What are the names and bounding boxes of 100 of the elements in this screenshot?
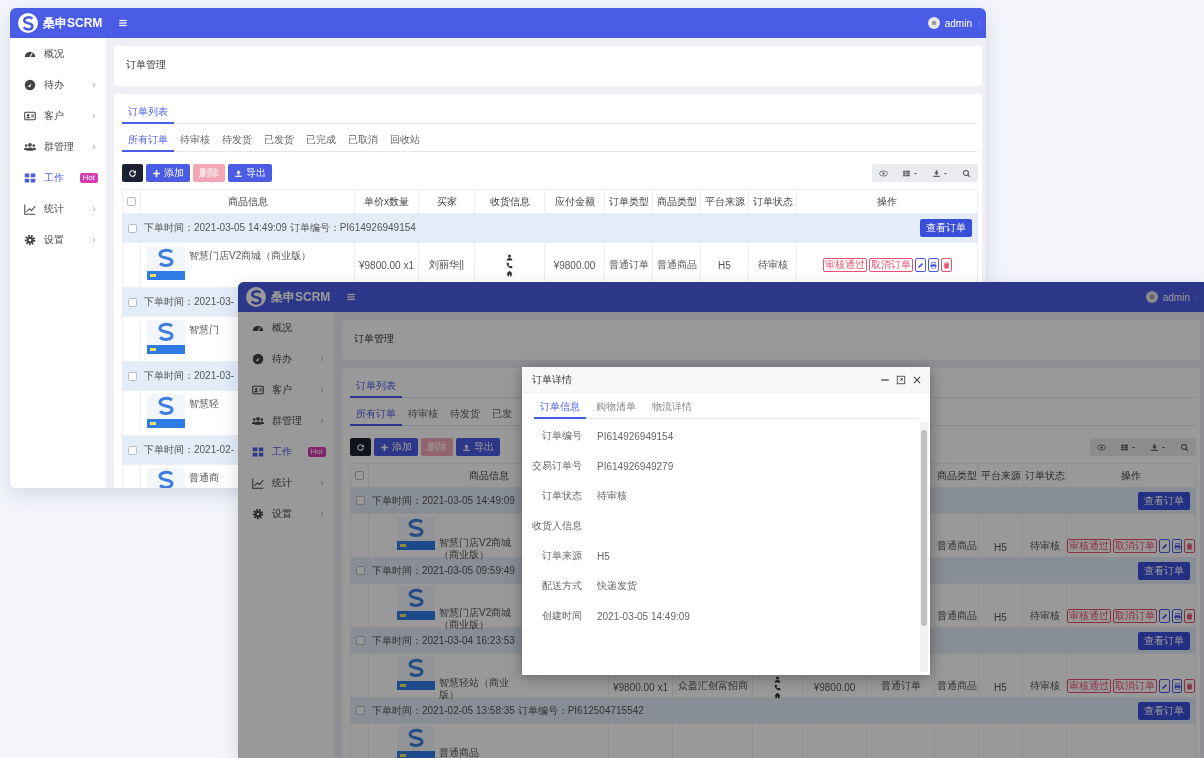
edit-button[interactable] [1159, 679, 1170, 693]
tab[interactable]: 待审核 [402, 404, 444, 426]
delete-row-button[interactable] [1184, 679, 1195, 693]
tab[interactable]: 所有订单 [122, 130, 174, 152]
tab[interactable]: 物流详情 [646, 397, 698, 419]
approve-button[interactable]: 审核通过 [1067, 679, 1111, 693]
tab[interactable]: 待审核 [174, 130, 216, 152]
delete-row-button[interactable] [1184, 539, 1195, 553]
edit-button[interactable] [1159, 609, 1170, 623]
sidebar-item[interactable]: 设置 [10, 224, 106, 255]
sidebar-item[interactable]: 群管理 [10, 131, 106, 162]
field-value: 待审核 [597, 489, 627, 503]
menu-icon[interactable] [346, 292, 356, 302]
refresh-button[interactable] [350, 438, 371, 456]
sidebar-item[interactable]: 设置 [238, 498, 334, 529]
column-header: 平台来源 [704, 194, 745, 209]
sidebar-item[interactable]: 待办 [10, 69, 106, 100]
sidebar-item[interactable]: 群管理 [238, 405, 334, 436]
sidebar-item[interactable]: 工作 Hot [238, 436, 334, 467]
order-type: 普通订单 [608, 258, 649, 272]
view-order-button[interactable]: 查看订单 [1138, 701, 1190, 720]
field-label: 配送方式 [541, 579, 582, 593]
order-meta-text: 下单时间：2021-03-05 09:59:49 [372, 563, 515, 578]
field-label: 收货人信息 [531, 519, 582, 533]
tab[interactable]: 待发货 [216, 130, 258, 152]
cancel-order-button[interactable]: 取消订单 [1113, 609, 1157, 623]
view-order-button[interactable]: 查看订单 [1138, 491, 1190, 510]
printer-icon [1173, 542, 1181, 550]
column-header: 操作 [877, 194, 897, 209]
refresh-button[interactable] [122, 164, 143, 182]
product-type: 普通商品 [936, 679, 977, 693]
cancel-order-button[interactable]: 取消订单 [868, 258, 913, 272]
sidebar-item[interactable]: 客户 [238, 374, 334, 405]
tab[interactable]: 订单列表 [122, 102, 174, 124]
tab[interactable]: 待发货 [444, 404, 486, 426]
checkbox[interactable] [355, 636, 365, 645]
delete-row-button[interactable] [1184, 609, 1195, 623]
scrollbar-thumb[interactable] [921, 430, 927, 626]
sidebar-item[interactable]: 客户 [10, 100, 106, 131]
view-order-button[interactable]: 查看订单 [920, 219, 972, 237]
field-value: PI614926949279 [597, 460, 674, 472]
tab[interactable]: 已取消 [342, 130, 384, 152]
platform-source: H5 [994, 612, 1007, 623]
trash-icon [1186, 542, 1194, 550]
approve-button[interactable]: 审核通过 [1067, 539, 1111, 553]
checkbox[interactable] [127, 371, 137, 381]
approve-button[interactable]: 审核通过 [1067, 609, 1111, 623]
scrollbar[interactable] [920, 422, 928, 672]
cancel-order-button[interactable]: 取消订单 [1113, 539, 1157, 553]
sidebar-item[interactable]: 概况 [10, 38, 106, 69]
product-name: 智慧门店V2商城（商业版） [439, 607, 513, 631]
product-name: 智慧轻 [189, 398, 219, 410]
print-button[interactable] [1171, 679, 1183, 693]
maximize-button[interactable] [896, 374, 906, 385]
tab[interactable]: 已发货 [258, 130, 300, 152]
price-quantity: ¥9800.00 x1 [358, 259, 415, 271]
menu-icon[interactable] [118, 18, 128, 28]
tab[interactable]: 回收站 [384, 130, 426, 152]
plus-icon [152, 168, 161, 178]
sidebar-item[interactable]: 概况 [238, 312, 334, 343]
approve-button[interactable]: 审核通过 [822, 258, 867, 272]
edit-button[interactable] [914, 258, 926, 272]
line-chart-icon [252, 476, 264, 489]
tab[interactable]: 订单列表 [350, 376, 402, 398]
sidebar-item[interactable]: 待办 [238, 343, 334, 374]
add-button[interactable]: 添加 [374, 438, 418, 456]
tab[interactable]: 购物清单 [590, 397, 642, 419]
view-order-button[interactable]: 查看订单 [1138, 561, 1190, 580]
id-card-icon [252, 383, 264, 396]
tab[interactable]: 所有订单 [350, 404, 402, 426]
checkbox[interactable] [127, 297, 137, 307]
print-button[interactable] [1171, 609, 1183, 623]
export-button[interactable]: 导出 [228, 164, 272, 182]
print-button[interactable] [1171, 539, 1183, 553]
tab[interactable]: 订单信息 [534, 397, 586, 419]
view-order-button[interactable]: 查看订单 [1138, 631, 1190, 650]
export-button[interactable]: 导出 [456, 438, 500, 456]
checkbox[interactable] [355, 496, 365, 505]
close-button[interactable] [912, 374, 922, 385]
sidebar-item[interactable]: 统计 [10, 193, 106, 224]
delete-row-button[interactable] [940, 258, 952, 272]
sidebar-item[interactable]: 工作 Hot [10, 162, 106, 193]
sidebar-item[interactable]: 统计 [238, 467, 334, 498]
tab[interactable]: 已完成 [300, 130, 342, 152]
settings-icon [252, 507, 264, 520]
checkbox[interactable] [355, 706, 365, 715]
add-button[interactable]: 添加 [146, 164, 190, 182]
print-button[interactable] [927, 258, 939, 272]
cancel-order-button[interactable]: 取消订单 [1113, 679, 1157, 693]
checkbox[interactable] [355, 566, 365, 575]
checkbox[interactable] [355, 471, 364, 480]
field-label: 订单来源 [541, 549, 582, 563]
checkbox[interactable] [127, 223, 137, 233]
checkbox[interactable] [127, 197, 136, 206]
field-label: 订单编号 [541, 429, 582, 443]
caret-icon [943, 170, 948, 176]
checkbox[interactable] [127, 445, 137, 455]
page-title: 订单管理 [354, 333, 394, 344]
tab[interactable]: 已发 [486, 404, 518, 426]
edit-button[interactable] [1159, 539, 1170, 553]
